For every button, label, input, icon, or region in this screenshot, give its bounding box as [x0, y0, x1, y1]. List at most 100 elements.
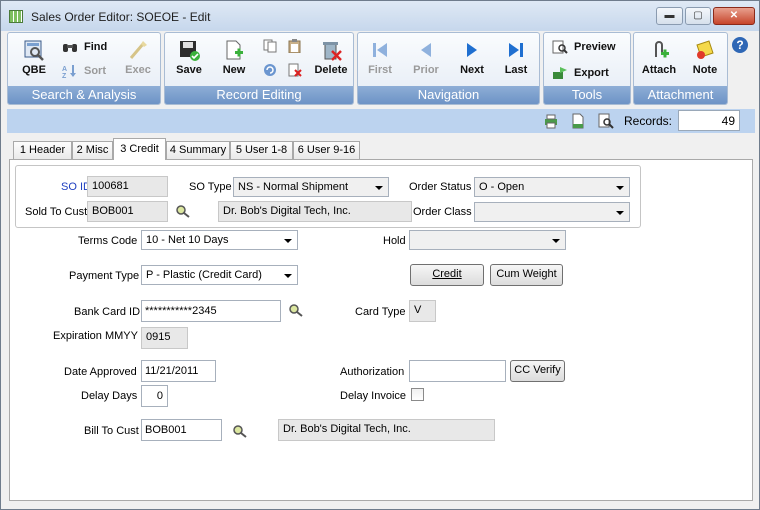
refresh-button[interactable] [262, 63, 284, 77]
sold-to-name-field: Dr. Bob's Digital Tech, Inc. [218, 201, 412, 222]
bank-card-input[interactable]: ***********2345 [141, 300, 281, 322]
sort-label: Sort [84, 64, 106, 77]
save-disk-icon [180, 41, 200, 61]
so-id-field: 100681 [87, 176, 168, 197]
cancel-edit-button[interactable] [287, 63, 309, 77]
sort-button[interactable]: A Z Sort [62, 64, 106, 78]
tab-misc[interactable]: 2 Misc [72, 141, 113, 160]
payment-type-select[interactable]: P - Plastic (Credit Card) [141, 265, 298, 285]
lookup-icon[interactable] [288, 303, 304, 317]
attach-label: Attach [641, 64, 677, 76]
qbe-button[interactable]: QBE [14, 39, 54, 76]
sort-icon: AZ [62, 65, 76, 78]
delay-days-label: Delay Days [81, 390, 138, 402]
tab-credit[interactable]: 3 Credit [113, 138, 166, 160]
chevron-down-icon [552, 239, 560, 243]
chevron-down-icon [616, 211, 624, 215]
records-count: 49 [678, 110, 740, 131]
tab-user-1-8[interactable]: 5 User 1-8 [230, 141, 293, 160]
order-class-select[interactable] [474, 202, 630, 222]
record-editing-group: Save New Delete Record Editing [164, 32, 354, 105]
new-document-icon [226, 40, 243, 60]
cc-verify-button[interactable]: CC Verify [510, 360, 565, 382]
preview-button[interactable]: Preview [552, 40, 616, 54]
lookup-icon[interactable] [232, 424, 248, 438]
delay-days-input[interactable]: 0 [141, 385, 168, 407]
expiration-field: 0915 [141, 327, 188, 349]
last-record-icon [509, 43, 523, 57]
help-icon[interactable]: ? [732, 37, 748, 53]
order-class-label: Order Class [413, 206, 472, 218]
minimize-button[interactable]: ▬ [656, 7, 683, 25]
next-button[interactable]: Next [454, 39, 490, 76]
prior-label: Prior [413, 64, 439, 76]
next-record-icon [467, 43, 477, 57]
delay-invoice-label: Delay Invoice [340, 390, 407, 402]
svg-text:Z: Z [62, 73, 67, 78]
note-icon [696, 40, 714, 59]
tab-header[interactable]: 1 Header [13, 141, 72, 160]
cancel-document-icon [288, 63, 302, 77]
qbe-label: QBE [22, 64, 46, 76]
expiration-label: Expiration MMYY [53, 330, 138, 342]
chevron-down-icon [616, 186, 624, 190]
records-label: Records: [624, 114, 673, 128]
close-button[interactable]: ✕ [713, 7, 755, 25]
delete-label: Delete [314, 64, 348, 76]
exec-button[interactable]: Exec [120, 39, 156, 76]
document-icon[interactable] [570, 113, 586, 129]
lookup-icon[interactable] [175, 204, 191, 218]
header-group-box: SO ID 100681 SO Type NS - Normal Shipmen… [15, 165, 641, 228]
print-icon[interactable] [543, 113, 559, 129]
terms-code-value: 10 - Net 10 Days [146, 234, 229, 246]
credit-button[interactable]: Credit [410, 264, 484, 286]
tab-summary[interactable]: 4 Summary [166, 141, 230, 160]
terms-code-select[interactable]: 10 - Net 10 Days [141, 230, 298, 250]
copy-icon [263, 39, 277, 53]
save-label: Save [176, 64, 202, 76]
order-status-label: Order Status [409, 181, 472, 193]
navigation-label: Navigation [358, 86, 539, 104]
hold-select[interactable] [409, 230, 566, 250]
first-record-icon [373, 43, 387, 57]
card-type-field: V [409, 300, 436, 322]
export-label: Export [574, 66, 609, 79]
bill-to-name-field: Dr. Bob's Digital Tech, Inc. [278, 419, 495, 441]
paste-button[interactable] [287, 39, 309, 53]
export-button[interactable]: Export [552, 66, 609, 80]
attachment-group: Attach Note Attachment [633, 32, 728, 105]
first-label: First [368, 64, 392, 76]
delay-invoice-checkbox[interactable] [411, 388, 424, 401]
next-label: Next [460, 64, 484, 76]
cum-weight-button-label: Cum Weight [496, 268, 557, 280]
preview-label: Preview [574, 40, 616, 53]
exec-label: Exec [125, 64, 151, 76]
last-button[interactable]: Last [498, 39, 534, 76]
search-analysis-label: Search & Analysis [8, 86, 160, 104]
tab-user-9-16[interactable]: 6 User 9-16 [293, 141, 360, 160]
new-button[interactable]: New [217, 39, 251, 76]
first-button[interactable]: First [362, 39, 398, 76]
authorization-input[interactable] [409, 360, 506, 382]
note-button[interactable]: Note [686, 39, 724, 76]
bill-to-input[interactable]: BOB001 [141, 419, 222, 441]
title-bar: Sales Order Editor: SOEOE - Edit ▬ ▢ ✕ [1, 1, 759, 31]
cum-weight-button[interactable]: Cum Weight [490, 264, 563, 286]
window-title: Sales Order Editor: SOEOE - Edit [31, 10, 211, 24]
prior-button[interactable]: Prior [406, 39, 446, 76]
date-approved-input[interactable]: 11/21/2011 [141, 360, 216, 382]
zoom-preview-icon[interactable] [598, 113, 614, 129]
save-button[interactable]: Save [171, 39, 207, 76]
credit-panel: SO ID 100681 SO Type NS - Normal Shipmen… [9, 159, 753, 501]
order-status-select[interactable]: O - Open [474, 177, 630, 197]
card-type-label: Card Type [355, 306, 406, 318]
copy-button[interactable] [262, 39, 284, 53]
so-type-select[interactable]: NS - Normal Shipment [233, 177, 389, 197]
qbe-icon [24, 40, 44, 61]
delete-trash-icon [323, 42, 342, 61]
note-label: Note [692, 64, 718, 76]
delete-button[interactable]: Delete [311, 39, 351, 76]
attach-button[interactable]: Attach [638, 39, 680, 76]
find-button[interactable]: Find [62, 40, 107, 54]
maximize-button[interactable]: ▢ [685, 7, 711, 25]
